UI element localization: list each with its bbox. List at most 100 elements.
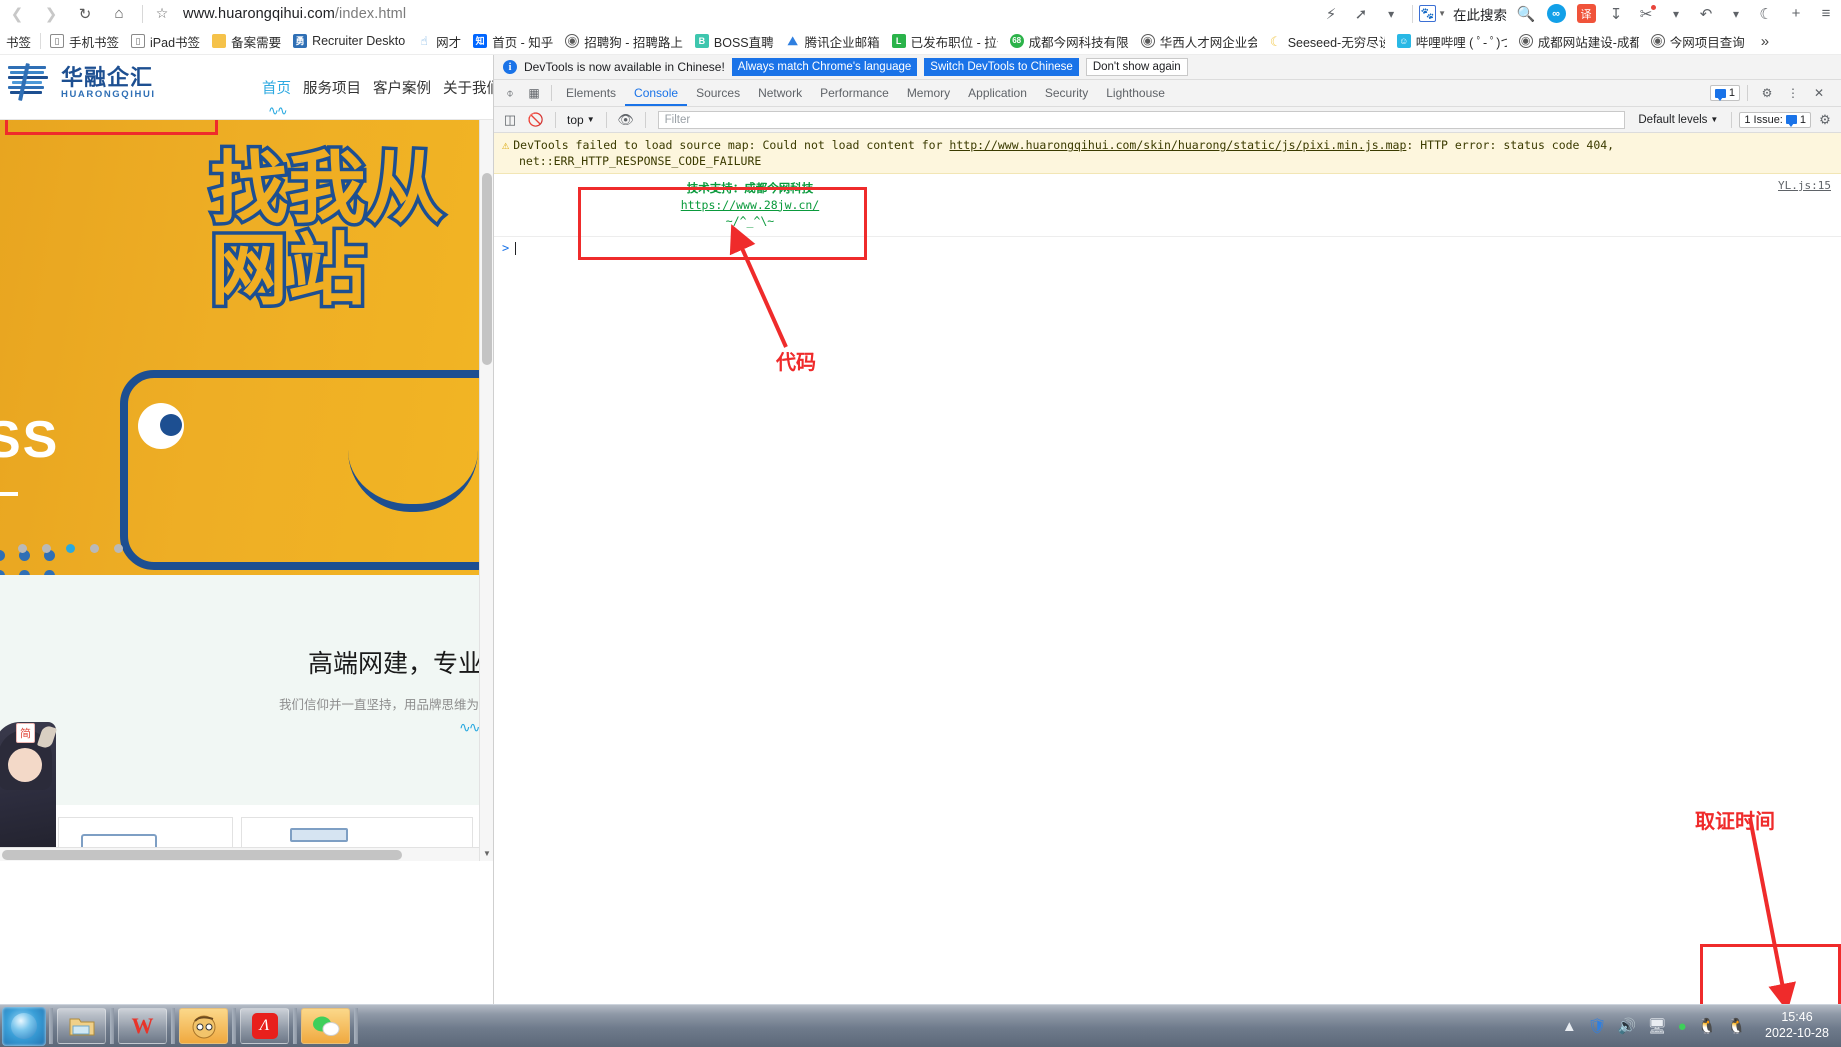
toolbar-search[interactable]: 🐾 ▼ 在此搜索	[1419, 3, 1507, 25]
volume-icon[interactable]: 🔊	[1618, 1017, 1637, 1035]
wechat-tray-icon[interactable]: ●	[1678, 1018, 1687, 1035]
chevron-down-icon[interactable]: ▾	[1376, 0, 1406, 28]
always-match-language-button[interactable]: Always match Chrome's language	[732, 58, 918, 76]
bookmark-item[interactable]: L已发布职位 - 拉勾	[886, 30, 1004, 52]
source-map-link[interactable]: http://www.huarongqihui.com/skin/huarong…	[949, 138, 1406, 152]
share-icon[interactable]: ➚	[1346, 0, 1376, 28]
tab-network[interactable]: Network	[749, 80, 811, 106]
tab-lighthouse[interactable]: Lighthouse	[1097, 80, 1174, 106]
taskbar-wps-button[interactable]: W	[118, 1008, 167, 1044]
gear-icon[interactable]: ⚙	[1755, 82, 1779, 104]
lightning-icon[interactable]: ⚡	[1316, 0, 1346, 28]
bookmark-overflow-button[interactable]: »	[1755, 33, 1775, 50]
bookmark-item[interactable]: ☝网才	[411, 30, 467, 52]
chevron-down-icon-4[interactable]: ▾	[1721, 0, 1751, 28]
bookmark-item[interactable]: 勇Recruiter Deskto	[287, 30, 411, 52]
bookmark-item[interactable]: ⛰腾讯企业邮箱	[780, 30, 886, 52]
issues-chip[interactable]: 1 Issue: 1	[1739, 112, 1811, 128]
carousel-dot-active[interactable]	[66, 544, 75, 553]
bookmark-item[interactable]: ◉招聘狗 - 招聘路上	[559, 30, 689, 52]
page-horizontal-scrollbar[interactable]: ◀ ▶	[0, 847, 493, 861]
carousel-dots[interactable]	[18, 544, 123, 553]
paw-icon[interactable]: 🐾	[1419, 5, 1436, 22]
console-log-line2[interactable]: https://www.28jw.cn/	[520, 197, 980, 214]
logo-mark-icon	[8, 61, 54, 105]
chevron-down-icon-3[interactable]: ▾	[1661, 0, 1691, 28]
infinity-extension-icon[interactable]: ∞	[1541, 0, 1571, 28]
bookmark-item[interactable]: BBOSS直聘	[689, 30, 780, 52]
back-button[interactable]: ❮	[0, 0, 34, 28]
address-bar[interactable]: www.huarongqihui.com/index.html	[175, 6, 406, 22]
carousel-dot[interactable]	[18, 544, 27, 553]
network-icon[interactable]: 🖥	[1648, 1017, 1667, 1035]
download-icon[interactable]: ↧	[1601, 0, 1631, 28]
nav-item-home[interactable]: 首页	[262, 77, 291, 98]
tab-elements[interactable]: Elements	[557, 80, 625, 106]
execution-context-selector[interactable]: top ▼	[563, 113, 599, 127]
console-prompt[interactable]: >	[494, 237, 1841, 259]
taskbar-wechat-button[interactable]	[301, 1008, 350, 1044]
bookmark-item[interactable]: ◉成都网站建设-成都	[1513, 30, 1645, 52]
switch-to-chinese-button[interactable]: Switch DevTools to Chinese	[924, 58, 1079, 76]
history-icon[interactable]: ↶	[1691, 0, 1721, 28]
carousel-dot[interactable]	[114, 544, 123, 553]
console-sidebar-icon[interactable]: ◫	[498, 109, 522, 131]
carousel-dot[interactable]	[90, 544, 99, 553]
qq-pink-tray-icon[interactable]: 🐧	[1727, 1017, 1746, 1035]
taskbar-app-red-button[interactable]: Λ	[240, 1008, 289, 1044]
bookmark-item[interactable]: ☾Seeseed-无穷尽设	[1263, 30, 1391, 52]
bookmark-item[interactable]: 68成都今网科技有限	[1004, 30, 1135, 52]
vscroll-thumb[interactable]	[482, 173, 492, 365]
console-source-link[interactable]: YL.js:15	[1778, 179, 1831, 192]
bookmark-item[interactable]: ◉今网项目查询	[1645, 30, 1751, 52]
qq-tray-icon[interactable]: 🐧	[1698, 1017, 1717, 1035]
moon-icon[interactable]: ☾	[1751, 0, 1781, 28]
bookmark-item[interactable]: 备案需要	[206, 30, 287, 52]
tab-console[interactable]: Console	[625, 80, 687, 106]
home-button[interactable]: ⌂	[102, 0, 136, 28]
search-icon[interactable]: 🔍	[1511, 0, 1541, 28]
forward-button[interactable]: ❯	[34, 0, 68, 28]
bookmark-item[interactable]: ☺哔哩哔哩 ( ﾟ- ﾟ)つ	[1391, 30, 1513, 52]
tab-security[interactable]: Security	[1036, 80, 1097, 106]
dont-show-again-button[interactable]: Don't show again	[1086, 58, 1188, 76]
nav-item-services[interactable]: 服务项目	[303, 77, 361, 98]
gear-icon-2[interactable]: ⚙	[1813, 109, 1837, 131]
tab-performance[interactable]: Performance	[811, 80, 898, 106]
log-levels-selector[interactable]: Default levels ▼	[1632, 114, 1724, 126]
clear-console-icon[interactable]: 🚫	[524, 109, 548, 131]
taskbar-explorer-button[interactable]	[57, 1008, 106, 1044]
reload-button[interactable]: ↻	[68, 0, 102, 28]
inspect-element-icon[interactable]: ⌽	[498, 82, 522, 104]
bookmark-star-icon[interactable]: ☆	[149, 0, 175, 28]
taskbar-clock[interactable]: 15:46 2022-10-28	[1757, 1010, 1831, 1041]
bookmark-item[interactable]: ▯iPad书签	[125, 30, 206, 52]
nav-item-cases[interactable]: 客户案例	[373, 77, 431, 98]
shield-icon[interactable]: 🛡	[1588, 1017, 1607, 1035]
menu-icon[interactable]: ≡	[1811, 0, 1841, 28]
live-expression-icon[interactable]: 👁	[614, 109, 638, 131]
bookmark-item[interactable]: ◉华西人才网企业会	[1135, 30, 1263, 52]
console-filter-input[interactable]	[658, 111, 1626, 129]
message-count-chip[interactable]: 1	[1710, 85, 1740, 101]
scissors-icon[interactable]: ✂	[1631, 0, 1661, 28]
taskbar-browser-button[interactable]	[179, 1008, 228, 1044]
tab-application[interactable]: Application	[959, 80, 1036, 106]
show-hidden-icons-button[interactable]: ▲	[1562, 1018, 1577, 1035]
nav-item-about[interactable]: 关于我们	[443, 77, 493, 98]
page-vertical-scrollbar[interactable]: ▲ ▼	[479, 55, 493, 861]
site-logo[interactable]: 华融企汇 HUARONGQIHUI	[8, 61, 156, 105]
close-icon[interactable]: ✕	[1807, 82, 1831, 104]
carousel-dot[interactable]	[42, 544, 51, 553]
hscroll-thumb[interactable]	[2, 850, 402, 860]
tab-sources[interactable]: Sources	[687, 80, 749, 106]
chevron-down-icon-2[interactable]: ▼	[1438, 9, 1446, 18]
bookmark-item[interactable]: 知首页 - 知乎	[467, 30, 559, 52]
translate-extension-icon[interactable]: 译	[1571, 0, 1601, 28]
start-button[interactable]	[2, 1007, 46, 1046]
device-toolbar-icon[interactable]: ▦	[522, 82, 546, 104]
add-tab-icon[interactable]: +	[1781, 0, 1811, 28]
bookmark-item[interactable]: ▯手机书签	[44, 30, 125, 52]
tab-memory[interactable]: Memory	[898, 80, 959, 106]
more-vertical-icon[interactable]: ⋮	[1781, 82, 1805, 104]
